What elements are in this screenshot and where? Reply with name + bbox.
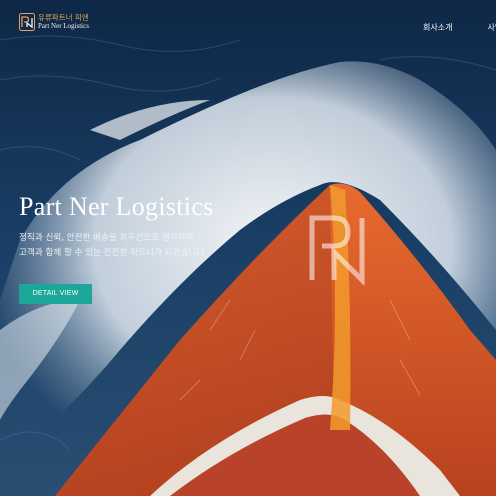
pn-logo-icon — [19, 13, 35, 31]
logo-name-korean: 유류파트너 피엔 — [38, 13, 89, 22]
nav-item-company[interactable]: 회사소개 — [423, 22, 452, 33]
detail-view-button[interactable]: DETAIL VIEW — [19, 284, 92, 304]
hero-title: Part Ner Logistics — [19, 192, 214, 221]
nav-item-business[interactable]: 사업 — [487, 22, 496, 33]
site-logo[interactable]: 유류파트너 피엔 Part Ner Logistics — [19, 13, 89, 31]
logo-name-english: Part Ner Logistics — [38, 22, 89, 30]
hero-subtitle: 정직과 신뢰, 안전한 배송을 최우선으로 생각하며 고객과 함께 할 수 있는… — [19, 231, 279, 261]
hero-subtitle-line-1: 정직과 신뢰, 안전한 배송을 최우선으로 생각하며 — [19, 233, 194, 243]
top-navigation-bar: 유류파트너 피엔 Part Ner Logistics 회사소개 사업 — [0, 0, 496, 48]
main-nav: 회사소개 사업 — [423, 22, 496, 33]
hero-subtitle-line-2: 고객과 함께 할 수 있는 든든한 파트너가 되겠습니다. — [19, 248, 207, 258]
pn-watermark-icon — [309, 215, 365, 286]
